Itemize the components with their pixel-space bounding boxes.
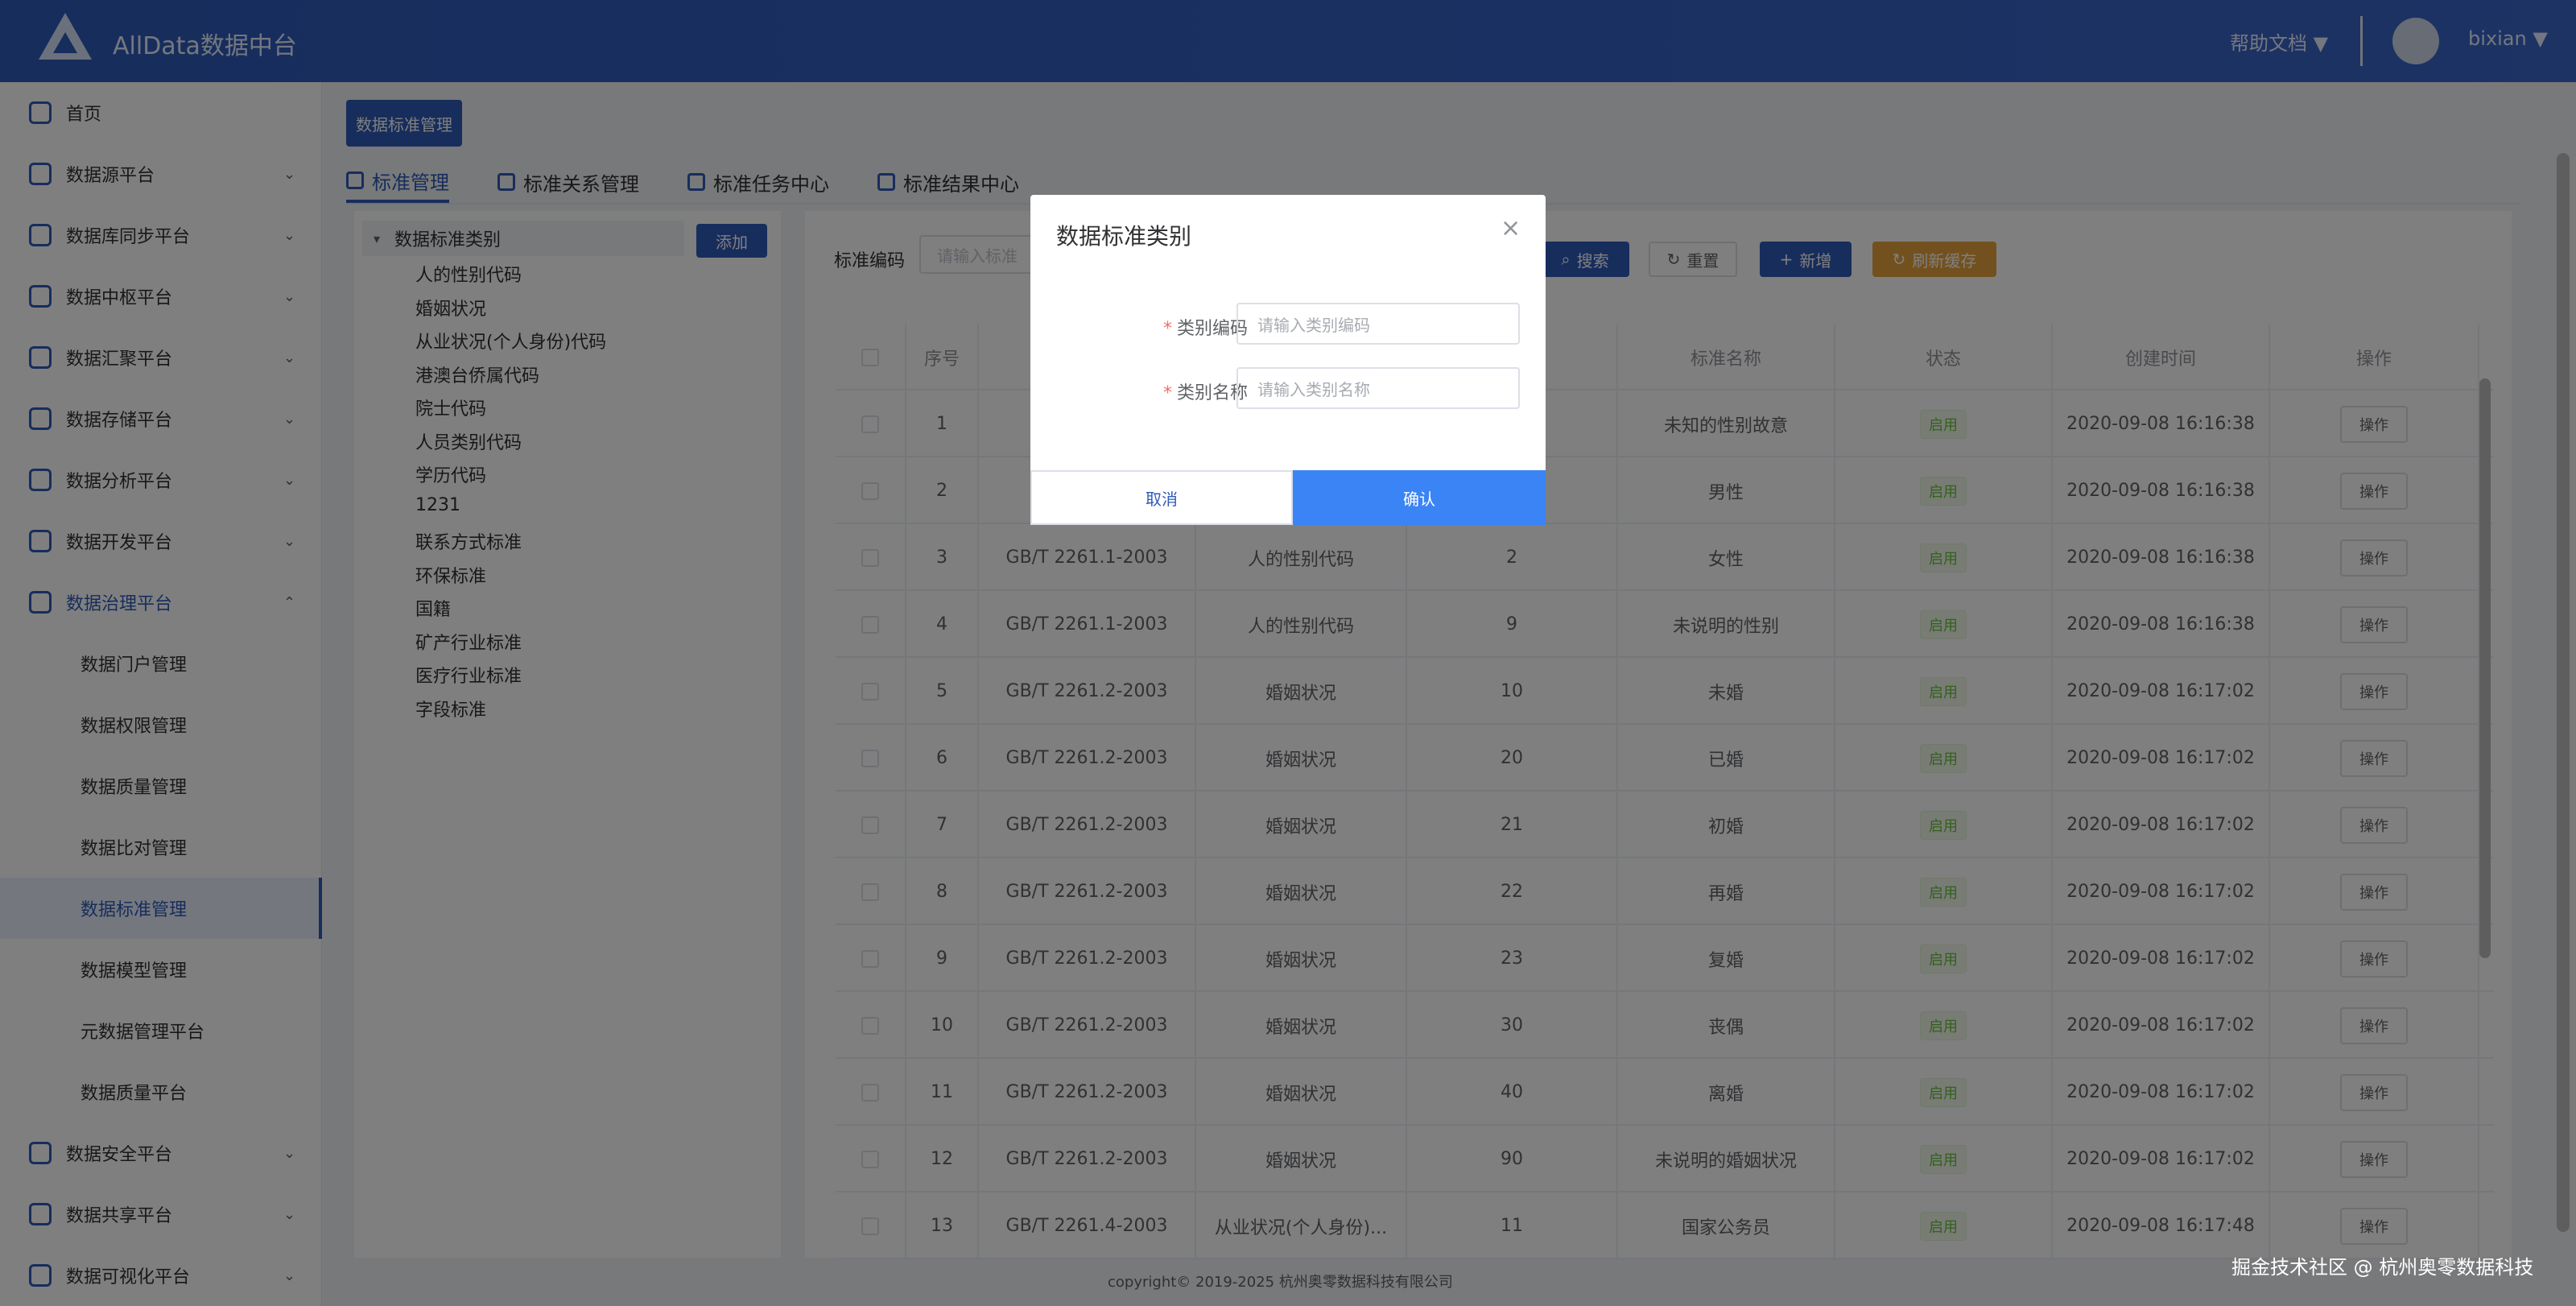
form-row-name: * 类别名称 请输入类别名称 xyxy=(1030,367,1546,411)
category-dialog: 数据标准类别 × * 类别编码 请输入类别编码 * 类别名称 请输入类别名称 取消 … xyxy=(1030,195,1546,525)
form-row-code: * 类别编码 请输入类别编码 xyxy=(1030,303,1546,346)
category-name-input[interactable]: 请输入类别名称 xyxy=(1236,367,1520,409)
field-label: * 类别名称 xyxy=(1135,378,1248,404)
required-mark: * xyxy=(1162,383,1172,403)
close-icon[interactable]: × xyxy=(1501,214,1521,242)
dialog-title: 数据标准类别 xyxy=(1056,223,1192,250)
category-code-input[interactable]: 请输入类别编码 xyxy=(1236,303,1520,345)
watermark: 掘金技术社区 @ 杭州奥零数据科技 xyxy=(2231,1256,2534,1279)
confirm-button[interactable]: 确认 xyxy=(1293,470,1546,525)
field-label: * 类别编码 xyxy=(1135,314,1248,340)
required-mark: * xyxy=(1162,319,1172,339)
cancel-button[interactable]: 取消 xyxy=(1030,470,1293,525)
